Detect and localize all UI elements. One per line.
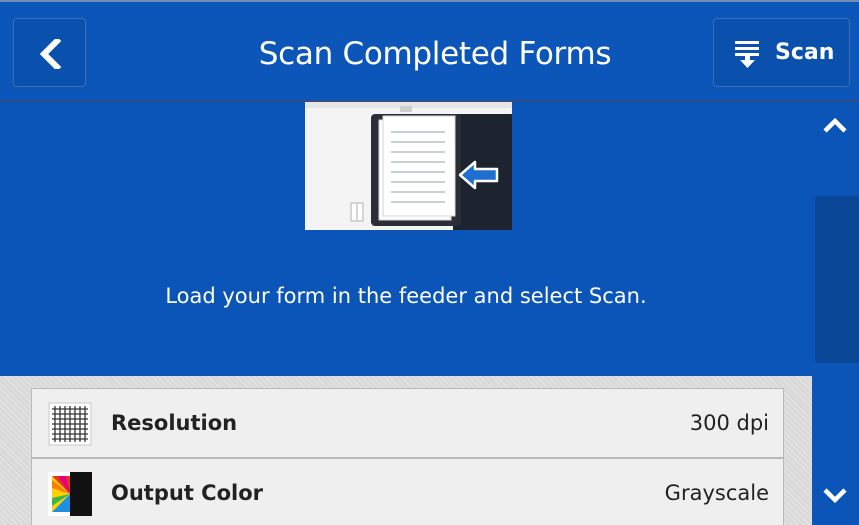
- chevron-left-icon: [39, 39, 62, 69]
- resolution-grid-icon: [48, 402, 92, 446]
- setting-label-output-color: Output Color: [111, 481, 263, 505]
- setting-label-resolution: Resolution: [111, 411, 238, 435]
- chevron-down-icon[interactable]: [822, 486, 848, 506]
- setting-row-resolution[interactable]: Resolution 300 dpi: [31, 388, 784, 458]
- scan-button[interactable]: Scan: [713, 18, 850, 87]
- settings-list: Resolution 300 dpi Output Color Grayscal…: [0, 376, 812, 525]
- scrollbar-thumb[interactable]: [815, 196, 859, 363]
- setting-value-resolution: 300 dpi: [689, 411, 769, 435]
- header-bar: Scan Completed Forms Scan: [0, 0, 859, 100]
- chevron-up-icon[interactable]: [822, 115, 848, 135]
- setting-row-output-color[interactable]: Output Color Grayscale: [31, 458, 784, 525]
- scan-icon: [735, 41, 759, 68]
- screen: Scan Completed Forms Scan Load your form…: [0, 0, 859, 525]
- setting-value-output-color: Grayscale: [664, 481, 769, 505]
- page-title: Scan Completed Forms: [258, 36, 612, 72]
- document-feeder-icon: [305, 102, 512, 230]
- output-color-icon: [48, 472, 92, 516]
- instruction-text: Load your form in the feeder and select …: [165, 284, 647, 308]
- back-button[interactable]: [13, 18, 86, 87]
- scan-button-label: Scan: [775, 40, 835, 65]
